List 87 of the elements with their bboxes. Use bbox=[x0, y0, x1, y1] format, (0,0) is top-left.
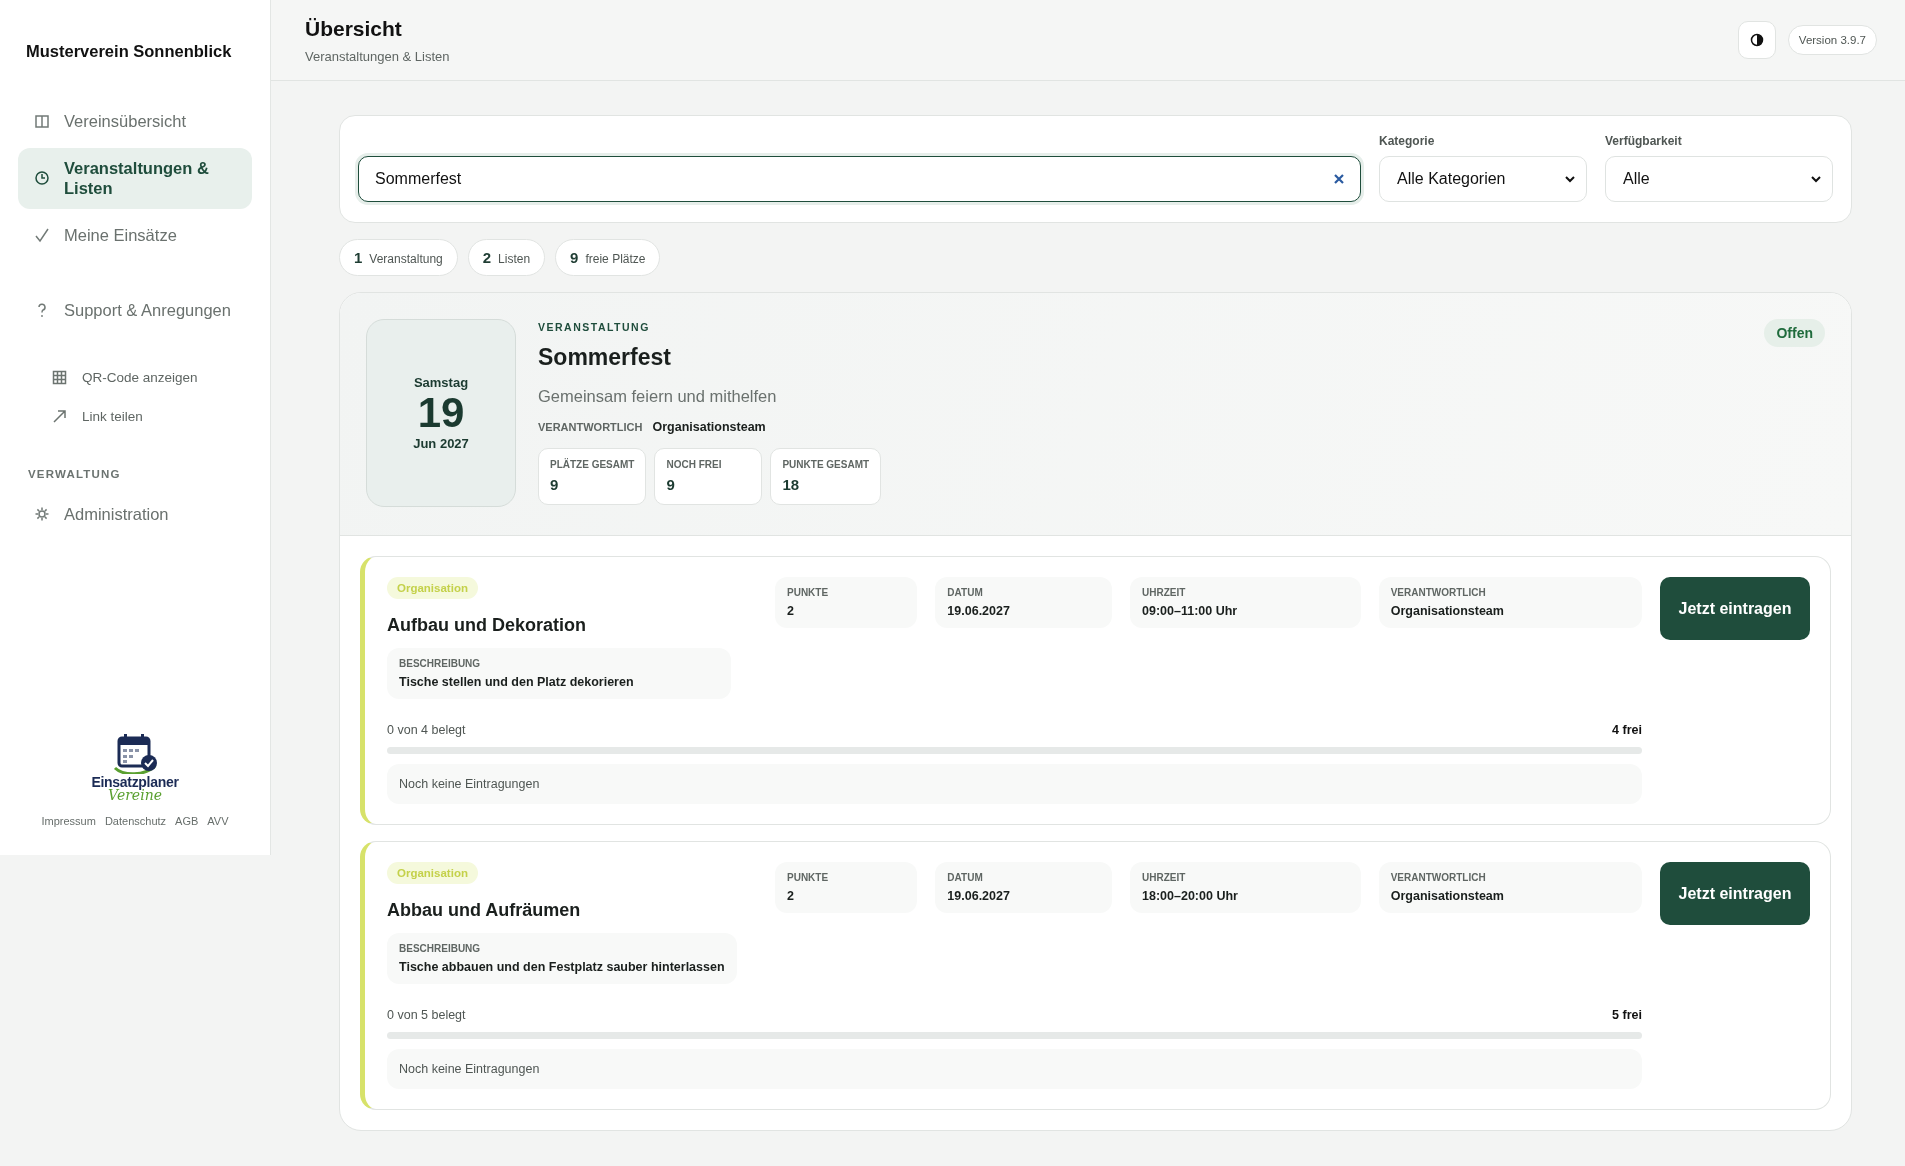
count: 1 bbox=[354, 249, 363, 266]
occupancy-text: 0 von 5 belegt bbox=[387, 1008, 466, 1022]
footer-link[interactable]: AVV bbox=[207, 815, 229, 827]
count-label: Listen bbox=[498, 252, 531, 266]
contrast-icon bbox=[1749, 33, 1764, 47]
gear-icon bbox=[34, 506, 50, 523]
event-description: Gemeinsam feiern und mithelfen bbox=[538, 387, 778, 406]
day-number: 19 bbox=[417, 389, 465, 437]
nav-item[interactable]: Veranstaltungen & Listen bbox=[18, 147, 252, 209]
event-title: Sommerfest bbox=[538, 344, 672, 371]
page-title: Übersicht bbox=[305, 16, 403, 41]
info-value: 18:00–20:00 Uhr bbox=[1142, 889, 1239, 903]
category-tag: Organisation bbox=[387, 577, 478, 599]
dropdown-select[interactable]: Alle Kategorien bbox=[1379, 156, 1587, 202]
footer-link[interactable]: Datenschutz bbox=[104, 815, 167, 827]
category-tag: Organisation bbox=[387, 862, 478, 884]
info-value: 19.06.2027 bbox=[947, 604, 1011, 618]
nav-item[interactable]: Support & Anregungen bbox=[18, 289, 252, 331]
list-title: Abbau und Aufräumen bbox=[387, 900, 582, 921]
grid-icon bbox=[52, 370, 67, 386]
nav-item[interactable]: Administration bbox=[18, 494, 252, 535]
sidebar-link[interactable]: QR-Code anzeigen bbox=[52, 370, 252, 386]
info-value: 09:00–11:00 Uhr bbox=[1142, 604, 1239, 618]
check-icon bbox=[34, 227, 50, 244]
stat-value: 9 bbox=[666, 476, 676, 493]
logo-text: Einsatzplaner bbox=[91, 774, 179, 790]
dropdown-select[interactable]: Alle bbox=[1605, 156, 1833, 202]
info-label: VERANTWORTLICH bbox=[1390, 872, 1487, 883]
stat-label: PLÄTZE GESAMT bbox=[550, 459, 635, 470]
close-icon bbox=[1333, 173, 1345, 185]
stat-value: 9 bbox=[550, 476, 560, 493]
stat-label: PUNKTE GESAMT bbox=[782, 459, 870, 470]
info-label: DATUM bbox=[947, 872, 984, 883]
footer-link[interactable]: Impressum bbox=[41, 815, 96, 827]
info-label: UHRZEIT bbox=[1142, 872, 1187, 883]
description-text: Tische abbauen und den Festplatz sauber hinterlassen bbox=[399, 960, 725, 974]
occupancy-text: 0 von 4 belegt bbox=[387, 723, 466, 737]
responsible-name: Organisationsteam bbox=[652, 420, 766, 434]
page-subtitle: Veranstaltungen & Listen bbox=[305, 48, 450, 64]
caret-icon bbox=[1810, 174, 1822, 184]
search-field[interactable]: Sommerfest bbox=[358, 156, 1361, 202]
info-label: DATUM bbox=[947, 587, 984, 598]
info-value: 2 bbox=[787, 889, 795, 903]
field-label: VERANTWORTLICH bbox=[538, 421, 643, 433]
entries-field: Noch keine Eintragungen bbox=[387, 764, 1642, 804]
info-value: Organisationsteam bbox=[1390, 889, 1505, 903]
nav-item[interactable]: Meine Einsätze bbox=[18, 214, 252, 256]
free-count: 5 frei bbox=[1612, 1008, 1642, 1022]
info-label: BESCHREIBUNG bbox=[399, 943, 482, 954]
count-label: Veranstaltung bbox=[369, 252, 443, 266]
info-label: PUNKTE bbox=[787, 872, 830, 883]
list-title: Aufbau und Dekoration bbox=[387, 615, 587, 636]
info-label: PUNKTE bbox=[787, 587, 830, 598]
info-label: VERANTWORTLICH bbox=[1390, 587, 1487, 598]
count: 2 bbox=[482, 249, 492, 266]
signup-button[interactable]: Jetzt eintragen bbox=[1660, 862, 1810, 925]
sidebar-link[interactable]: Link teilen bbox=[52, 409, 252, 425]
stat-value: 18 bbox=[782, 476, 801, 493]
info-value: 19.06.2027 bbox=[947, 889, 1011, 903]
entries-field: Noch keine Eintragungen bbox=[387, 1049, 1642, 1089]
info-value: Organisationsteam bbox=[1390, 604, 1505, 618]
stat-label: NOCH FREI bbox=[666, 459, 723, 470]
info-label: UHRZEIT bbox=[1142, 587, 1187, 598]
field-label: Verfügbarkeit bbox=[1605, 134, 1683, 148]
weekday: Samstag bbox=[413, 374, 469, 390]
caret-icon bbox=[1564, 174, 1576, 184]
panel-icon bbox=[34, 113, 50, 129]
status-badge: Offen bbox=[1764, 319, 1825, 347]
month-year: Jun 2027 bbox=[413, 436, 469, 452]
calendar-check-icon bbox=[111, 732, 159, 774]
free-count: 4 frei bbox=[1612, 723, 1642, 737]
section-heading: VERWALTUNG bbox=[28, 468, 122, 481]
footer-link[interactable]: AGB bbox=[175, 815, 199, 827]
nav-item[interactable]: Vereinsübersicht bbox=[18, 101, 252, 142]
info-label: BESCHREIBUNG bbox=[399, 658, 482, 669]
count: 9 bbox=[570, 249, 579, 266]
info-value: 2 bbox=[787, 604, 795, 618]
signup-button[interactable]: Jetzt eintragen bbox=[1660, 577, 1810, 640]
theme-toggle-button[interactable] bbox=[1737, 21, 1776, 59]
eyebrow-label: VERANSTALTUNG bbox=[538, 321, 651, 333]
field-label: Kategorie bbox=[1379, 134, 1436, 148]
description-text: Tische stellen und den Platz dekorieren bbox=[399, 675, 635, 689]
clock-icon bbox=[34, 170, 50, 187]
club-name: Musterverein Sonnenblick bbox=[26, 42, 233, 61]
version-badge: Version 3.9.7 bbox=[1787, 25, 1877, 55]
count-label: freie Plätze bbox=[585, 252, 646, 266]
arrow-icon bbox=[52, 409, 67, 425]
